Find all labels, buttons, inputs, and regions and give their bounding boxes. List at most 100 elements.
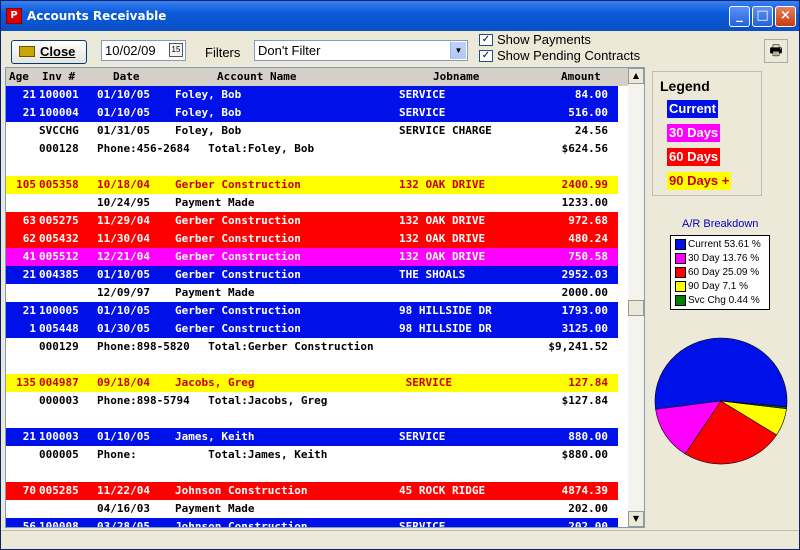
cell-account: Johnson Construction (175, 520, 308, 528)
table-row[interactable]: 21 004385 01/10/05 Gerber Construction THE S… (6, 266, 618, 284)
table-row[interactable]: 56 100008 03/28/05 Johnson Construction SERV… (6, 518, 618, 528)
show-payments-label[interactable]: Show Payments (497, 32, 591, 47)
legend-title: Legend (660, 78, 710, 94)
table-row[interactable] (6, 410, 618, 428)
cell-age: 63 (22, 214, 36, 227)
cell-inv: 100003 (39, 430, 79, 443)
cell-inv: SVCCHG (39, 124, 79, 137)
legend-panel: Legend Current 30 Days 60 Days 90 Days + (652, 71, 762, 196)
table-row[interactable]: 10/24/95 Payment Made 1233.00 (6, 194, 618, 212)
calendar-icon[interactable]: 15 (169, 43, 183, 57)
cell-account: Gerber Construction (175, 304, 301, 317)
show-pending-checkbox[interactable]: ✓ (479, 50, 493, 62)
close-window-icon[interactable]: × (775, 6, 796, 27)
cell-job: THE SHOALS (399, 268, 466, 281)
cell-amount: 880.00 (568, 430, 608, 443)
cell-account: Johnson Construction (175, 484, 308, 497)
cell-amount: 480.24 (568, 232, 608, 245)
cell-amount: 750.58 (568, 250, 608, 263)
table-row[interactable]: 000129 Phone:898-5820 Total:Gerber Constr… (6, 338, 618, 356)
cell-job: 132 OAK DRIVE (399, 214, 486, 227)
filter-select[interactable]: Don't Filter ▼ (254, 40, 468, 61)
cell-account: Total:James, Keith (175, 448, 328, 461)
cell-amount: 127.84 (568, 376, 608, 389)
printer-icon[interactable]: 🖶 (764, 39, 788, 63)
cell-amount: 84.00 (574, 88, 608, 101)
scroll-thumb[interactable] (628, 300, 644, 316)
table-row[interactable]: 12/09/97 Payment Made 2000.00 (6, 284, 618, 302)
cell-date: 03/28/05 (97, 520, 150, 528)
table-row[interactable]: 000003 Phone:898-5794 Total:Jacobs, Greg $… (6, 392, 618, 410)
table-row[interactable]: 62 005432 11/30/04 Gerber Construction 132 O… (6, 230, 618, 248)
table-row[interactable]: 04/16/03 Payment Made 202.00 (6, 500, 618, 518)
table-row[interactable] (6, 158, 618, 176)
close-button-label: Close (40, 44, 76, 59)
scroll-up-icon[interactable]: ▲ (628, 68, 644, 84)
cell-account: Total:Jacobs, Greg (175, 394, 328, 407)
chevron-down-icon[interactable]: ▼ (450, 42, 466, 59)
cell-account: Foley, Bob (175, 124, 242, 137)
show-payments-checkbox[interactable]: ✓ (479, 34, 493, 46)
title-bar[interactable]: P Accounts Receivable _ □ × (1, 1, 799, 31)
header-amount[interactable]: Amount (561, 70, 601, 83)
header-account[interactable]: Account Name (217, 70, 296, 83)
cell-job: SERVICE (399, 520, 446, 528)
cell-amount: 4874.39 (561, 484, 608, 497)
table-row[interactable]: 135 004987 09/18/04 Jacobs, Greg SERVICE 127… (6, 374, 618, 392)
cell-date: 04/16/03 (97, 502, 150, 515)
cell-account: Foley, Bob (175, 106, 242, 119)
chart-legend-item: Svc Chg 0.44 % (675, 295, 760, 307)
cell-date: 12/21/04 (97, 250, 150, 263)
header-inv[interactable]: Inv # (42, 70, 75, 83)
table-row[interactable]: 105 005358 10/18/04 Gerber Construction 132 … (6, 176, 618, 194)
table-row[interactable]: 21 100003 01/10/05 James, Keith SERVICE 880.0… (6, 428, 618, 446)
header-age[interactable]: Age (9, 70, 29, 83)
door-exit-icon (19, 46, 35, 57)
accounts-receivable-window: P Accounts Receivable _ □ × Close 10/02/… (0, 0, 800, 550)
minimize-icon[interactable]: _ (729, 6, 750, 27)
chart-legend-label: 30 Day 13.76 % (688, 253, 760, 265)
column-header: Age Inv # Date Account Name Jobname Amou… (6, 68, 628, 86)
cell-amount: 1793.00 (561, 304, 608, 317)
vertical-scrollbar[interactable]: ▲ ▼ (628, 68, 644, 527)
show-pending-label[interactable]: Show Pending Contracts (497, 48, 640, 63)
table-row[interactable]: 63 005275 11/29/04 Gerber Construction 132 O… (6, 212, 618, 230)
cell-date: 01/10/05 (97, 430, 150, 443)
cell-date: 11/29/04 (97, 214, 150, 227)
table-row[interactable]: 21 100004 01/10/05 Foley, Bob SERVICE 516.00 (6, 104, 618, 122)
table-row[interactable]: 41 005512 12/21/04 Gerber Construction 132 O… (6, 248, 618, 266)
date-field[interactable]: 10/02/09 15 (101, 40, 186, 61)
cell-age: 135 (16, 376, 36, 389)
table-row[interactable]: 21 100001 01/10/05 Foley, Bob SERVICE 84.00 (6, 86, 618, 104)
header-job[interactable]: Jobname (433, 70, 479, 83)
chart-legend-label: 90 Day 7.1 % (688, 281, 749, 293)
ar-list[interactable]: Age Inv # Date Account Name Jobname Amou… (5, 67, 645, 528)
cell-job: 132 OAK DRIVE (399, 178, 486, 191)
legend-swatch (675, 239, 686, 250)
cell-account: Foley, Bob (175, 88, 242, 101)
cell-age: 56 (22, 520, 36, 528)
scroll-down-icon[interactable]: ▼ (628, 511, 644, 527)
cell-amount: 3125.00 (561, 322, 608, 335)
table-row[interactable]: 70 005285 11/22/04 Johnson Construction 45 R… (6, 482, 618, 500)
cell-amount: 202.00 (568, 502, 608, 515)
cell-inv: 100008 (39, 520, 79, 528)
cell-inv: 000005 (39, 448, 79, 461)
table-row[interactable]: 21 100005 01/10/05 Gerber Construction 98 HI… (6, 302, 618, 320)
table-row[interactable] (6, 356, 618, 374)
cell-account: Payment Made (175, 196, 255, 209)
filter-value: Don't Filter (258, 43, 321, 58)
cell-inv: 005512 (39, 250, 79, 263)
table-row[interactable] (6, 464, 618, 482)
maximize-icon[interactable]: □ (752, 6, 773, 27)
cell-inv: 005285 (39, 484, 79, 497)
close-button[interactable]: Close (11, 40, 87, 64)
table-row[interactable]: 000128 Phone:456-2684 Total:Foley, Bob $62… (6, 140, 618, 158)
cell-amount: $624.56 (561, 142, 608, 155)
table-row[interactable]: 1 005448 01/30/05 Gerber Construction 98 HIL… (6, 320, 618, 338)
table-row[interactable]: SVCCHG 01/31/05 Foley, Bob SERVICE CHARGE 24… (6, 122, 618, 140)
header-date[interactable]: Date (113, 70, 140, 83)
table-row[interactable]: 000005 Phone: Total:James, Keith $880.00 (6, 446, 618, 464)
cell-inv: 000129 (39, 340, 79, 353)
cell-amount: 2000.00 (561, 286, 608, 299)
